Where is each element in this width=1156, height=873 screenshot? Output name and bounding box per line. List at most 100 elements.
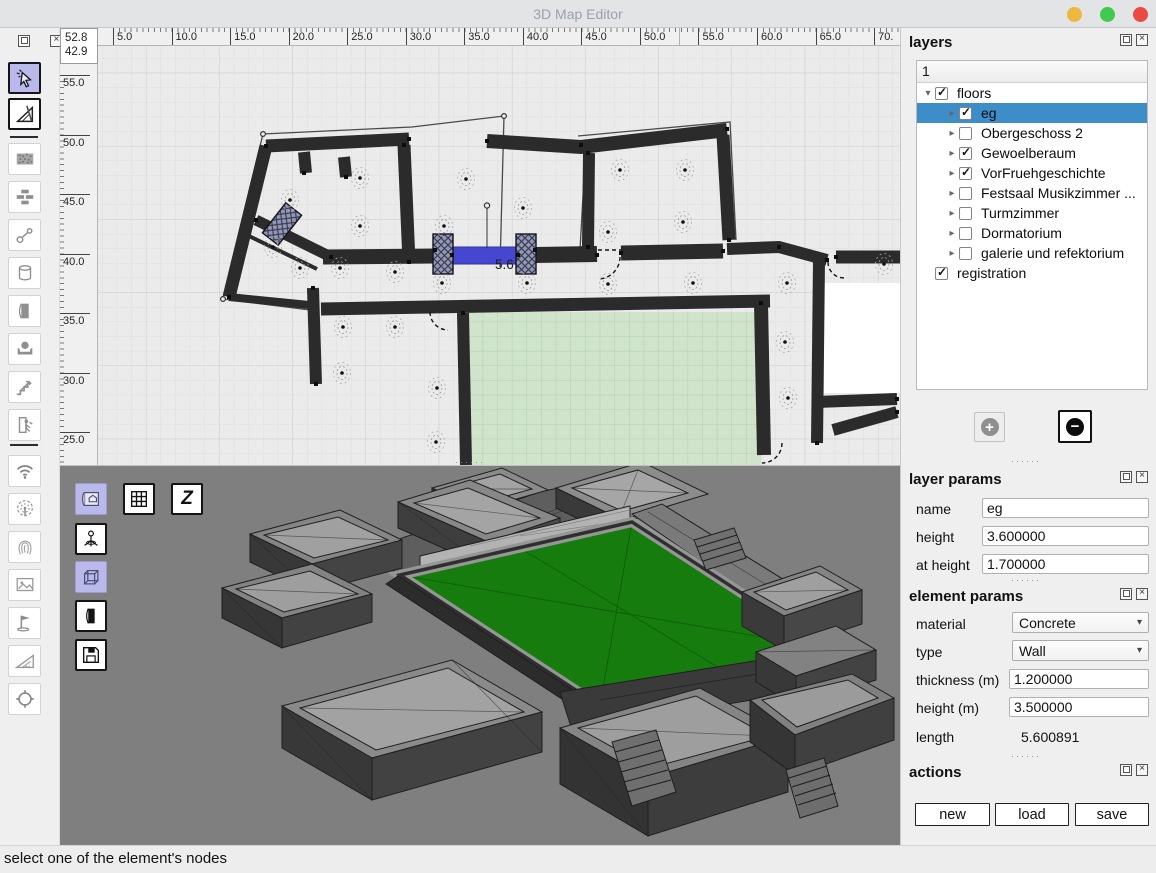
splitter-handle-dots[interactable]: ······ [1011,753,1041,759]
dock-close-icon[interactable] [1136,764,1148,776]
layer-row[interactable]: ▸Turmzimmer [917,203,1147,223]
layer-visibility-checkbox[interactable] [935,267,948,280]
layer-height-field[interactable] [982,526,1149,546]
layer-row[interactable]: registration [917,263,1147,283]
layer-params-title: layer params [909,471,1002,488]
layer-visibility-checkbox[interactable] [959,187,972,200]
dock-close-icon[interactable] [1136,471,1148,483]
layer-name-field[interactable] [982,498,1149,518]
ruler-tick-label: 55.0 [60,75,97,135]
floorplan-2d-canvas[interactable]: 5.6 [98,46,900,465]
dock-close-icon[interactable] [1136,588,1148,600]
layer-visibility-checkbox[interactable] [959,147,972,160]
expand-arrow-icon[interactable]: ▸ [945,248,959,259]
grid-view-button[interactable] [123,483,155,515]
layer-row[interactable]: ▾floors [917,83,1147,103]
expand-arrow-icon[interactable]: ▸ [945,148,959,159]
wall-tool[interactable] [8,181,41,213]
remove-layer-button[interactable]: − [1058,410,1092,443]
ruler-tick-label: 60.0 [757,28,816,45]
dock-float-icon[interactable] [1120,764,1132,776]
layer-row[interactable]: ▸Obergeschoss 2 [917,123,1147,143]
fingerprint-tool[interactable] [8,531,41,563]
expand-arrow-icon[interactable]: ▸ [945,228,959,239]
image-tool[interactable] [8,569,41,601]
layer-row[interactable]: ▸Dormatorium [917,223,1147,243]
layer-row[interactable]: ▸Gewoelberaum [917,143,1147,163]
splitter-handle-dots[interactable]: ······ [455,459,485,465]
expand-arrow-icon[interactable]: ▸ [945,208,959,219]
measure-tool[interactable] [8,98,41,130]
select-tool[interactable] [8,62,41,94]
ruler-tick [60,373,90,374]
cube-view-button[interactable] [75,561,107,593]
layer-visibility-checkbox[interactable] [959,127,972,140]
door-tool[interactable] [8,295,41,327]
dock-float-icon[interactable] [1120,471,1132,483]
new-button[interactable]: new [915,803,990,826]
expand-arrow-icon[interactable]: ▾ [921,88,935,99]
measure-handle-node[interactable] [484,203,489,208]
texture-icon [14,148,36,170]
layers-listbox[interactable]: 1 ▾floors▸eg▸Obergeschoss 2▸Gewoelberaum… [916,60,1148,390]
layer-visibility-checkbox[interactable] [959,107,972,120]
expand-arrow-icon[interactable]: ▸ [945,108,959,119]
green-room-floor[interactable] [466,312,761,465]
flag-tool[interactable] [8,607,41,639]
save-view-button[interactable] [75,639,107,671]
z-order-button[interactable]: Z [171,483,203,515]
layer-at-height-field[interactable] [982,554,1149,574]
ruler-tick-label: 25.0 [60,432,97,465]
save-button[interactable]: save [1075,803,1149,826]
close-button[interactable] [1133,7,1148,22]
layer-row[interactable]: ▸Festsaal Musikzimmer ... [917,183,1147,203]
material-select[interactable]: Concrete ▾ [1012,612,1149,633]
ruler-tick-label: 55.0 [698,28,757,45]
dock-float-icon[interactable] [1120,34,1132,46]
texture-tool[interactable] [8,143,41,175]
door-view-button[interactable] [75,600,107,632]
z-letter-icon: Z [181,488,193,510]
beacon-tool[interactable] [8,493,41,525]
grid-icon [128,488,150,510]
blueprint-view-button[interactable] [75,483,107,515]
type-select[interactable]: Wall ▾ [1012,640,1149,661]
wifi-tool[interactable] [8,455,41,487]
thickness-field[interactable] [1009,669,1149,689]
expand-arrow-icon[interactable]: ▸ [945,168,959,179]
minimize-button[interactable] [1067,7,1082,22]
dock-close-icon[interactable] [1136,34,1148,46]
view-3d-canvas[interactable] [60,466,900,845]
load-button[interactable]: load [995,803,1069,826]
layer-visibility-checkbox[interactable] [959,167,972,180]
furniture-tool[interactable] [8,333,41,365]
layer-label: eg [981,105,997,121]
layer-visibility-checkbox[interactable] [959,227,972,240]
splitter-handle-dots[interactable]: ······ [1011,577,1041,583]
layer-row[interactable]: ▸ eg [917,103,1147,123]
add-layer-button[interactable]: + [974,412,1005,442]
cylinder-tool[interactable] [8,257,41,289]
gizmo-button[interactable] [75,523,107,555]
cursor-coordinates: 52.8 42.9 [60,28,98,64]
element-params-header: element params [909,587,1148,605]
expand-arrow-icon[interactable]: ▸ [945,128,959,139]
layer-row[interactable]: ▸galerie und refektorium [917,243,1147,263]
splitter-handle-dots[interactable]: ······ [1011,458,1041,464]
wall-length-label: 5.6 [495,257,514,272]
bricks-icon [14,186,36,208]
dock-float-icon[interactable] [18,35,30,47]
target-tool[interactable] [8,683,41,715]
exit-tool[interactable] [8,409,41,441]
layer-row[interactable]: ▸VorFruehgeschichte [917,163,1147,183]
expand-arrow-icon[interactable]: ▸ [945,188,959,199]
dock-float-icon[interactable] [1120,588,1132,600]
stairs-tool[interactable] [8,371,41,403]
layer-visibility-checkbox[interactable] [959,247,972,260]
element-height-field[interactable] [1009,697,1149,717]
layer-visibility-checkbox[interactable] [959,207,972,220]
set-square-tool[interactable] [8,645,41,677]
node-link-tool[interactable] [8,219,41,251]
layer-visibility-checkbox[interactable] [935,87,948,100]
maximize-button[interactable] [1100,7,1115,22]
